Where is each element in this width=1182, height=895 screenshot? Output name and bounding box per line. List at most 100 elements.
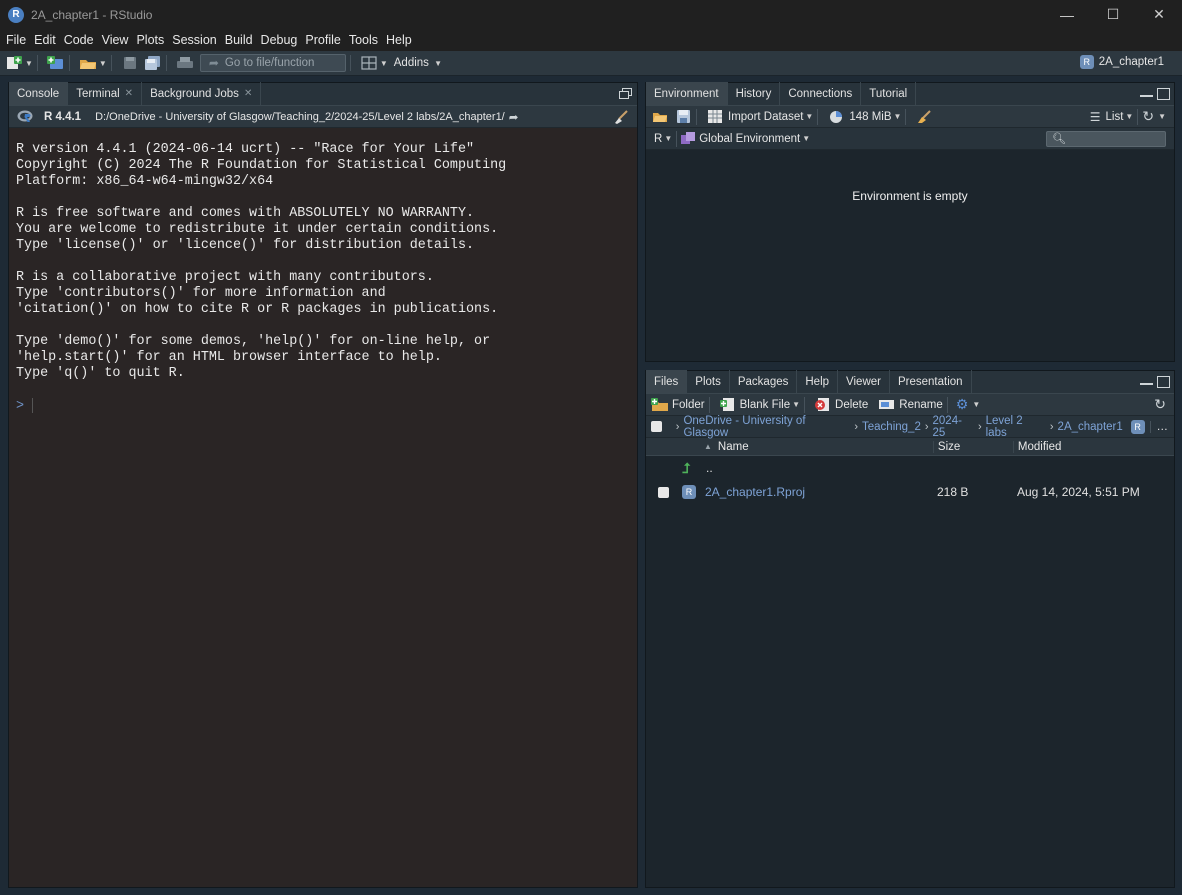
new-file-icon[interactable]	[5, 55, 23, 71]
file-name-link[interactable]: 2A_chapter1.Rproj	[705, 485, 937, 499]
parent-directory-link[interactable]: ..	[706, 461, 713, 475]
refresh-environment-icon[interactable]: ↻	[1142, 108, 1154, 125]
toolbar-divider	[36, 55, 38, 71]
console-input-line[interactable]: >	[9, 398, 637, 414]
tab-packages-label: Packages	[737, 375, 789, 388]
memory-dropdown-icon[interactable]: ▼	[894, 112, 902, 121]
title-bar: R 2A_chapter1 - RStudio — ☐ ✕	[0, 0, 1182, 29]
import-dataset-dropdown-icon[interactable]: ▼	[805, 112, 813, 121]
blank-file-dropdown-icon[interactable]: ▼	[792, 400, 800, 409]
tab-viewer[interactable]: Viewer	[838, 370, 890, 393]
new-folder-button[interactable]: Folder	[672, 399, 705, 411]
workspace-panes-icon[interactable]	[360, 55, 378, 71]
column-modified-header[interactable]: Modified	[1012, 440, 1174, 453]
save-workspace-icon[interactable]	[674, 109, 692, 125]
breadcrumb-more-button[interactable]: …	[1149, 420, 1168, 433]
more-settings-dropdown-icon[interactable]: ▼	[972, 400, 980, 409]
view-mode-menu[interactable]: ☰ List ▼	[1090, 110, 1134, 124]
open-file-icon[interactable]	[79, 55, 97, 71]
tab-plots[interactable]: Plots	[687, 370, 730, 393]
breadcrumb-year[interactable]: 2024-25	[933, 415, 974, 439]
more-settings-gear-icon[interactable]: ⚙	[956, 396, 969, 413]
memory-usage-label[interactable]: 148 MiB	[849, 111, 891, 123]
menu-plots[interactable]: Plots	[132, 33, 168, 47]
working-directory-path[interactable]: D:/OneDrive - University of Glasgow/Teac…	[95, 111, 505, 123]
menu-code[interactable]: Code	[60, 33, 98, 47]
clear-console-icon[interactable]	[613, 109, 629, 124]
tab-files[interactable]: Files	[646, 370, 688, 393]
maximize-button[interactable]: ☐	[1090, 0, 1136, 29]
column-size-header[interactable]: Size	[932, 440, 1013, 453]
tab-environment[interactable]: Environment	[646, 82, 728, 105]
close-terminal-icon[interactable]: ✕	[125, 88, 133, 99]
load-workspace-icon[interactable]	[651, 109, 669, 125]
environment-search-input[interactable]: 🔍︎	[1046, 130, 1166, 147]
environment-scope-bar: R ▼ Global Environment ▼ 🔍︎	[646, 128, 1174, 150]
tab-tutorial[interactable]: Tutorial	[861, 82, 917, 105]
tab-terminal[interactable]: Terminal ✕	[68, 82, 143, 105]
project-label: 2A_chapter1	[1098, 56, 1164, 68]
view-mode-label: List	[1105, 110, 1124, 123]
minimize-pane-icon[interactable]	[1140, 88, 1153, 97]
tab-presentation[interactable]: Presentation	[890, 370, 972, 393]
maximize-pane-icon[interactable]	[1157, 376, 1170, 388]
menu-help[interactable]: Help	[382, 33, 416, 47]
tab-packages[interactable]: Packages	[730, 370, 798, 393]
new-file-dropdown-icon[interactable]: ▼	[25, 59, 33, 68]
menu-session[interactable]: Session	[168, 33, 220, 47]
close-button[interactable]: ✕	[1136, 0, 1182, 29]
language-dropdown-icon[interactable]: ▼	[664, 134, 672, 143]
environment-tabbar: Environment History Connections Tutorial	[646, 82, 1174, 106]
breadcrumb-level2[interactable]: Level 2 labs	[986, 415, 1046, 439]
import-dataset-icon[interactable]	[706, 109, 724, 125]
save-all-icon[interactable]	[144, 55, 162, 71]
rename-button[interactable]: Rename	[899, 399, 942, 411]
delete-button[interactable]: Delete	[835, 399, 868, 411]
blank-file-button[interactable]: Blank File	[740, 399, 791, 411]
new-project-icon[interactable]	[46, 55, 65, 71]
menu-build[interactable]: Build	[221, 33, 257, 47]
print-icon[interactable]	[176, 55, 194, 71]
open-file-dropdown-icon[interactable]: ▼	[99, 59, 107, 68]
tab-environment-label: Environment	[654, 87, 719, 100]
column-name-header[interactable]: Name	[718, 441, 933, 453]
breadcrumb-onedrive[interactable]: OneDrive - University of Glasgow	[683, 415, 850, 439]
file-checkbox[interactable]	[658, 486, 669, 498]
close-background-jobs-icon[interactable]: ✕	[244, 88, 252, 99]
scope-dropdown-icon[interactable]: ▼	[802, 134, 810, 143]
tab-connections[interactable]: Connections	[780, 82, 862, 105]
file-row[interactable]: R 2A_chapter1.Rproj 218 B Aug 14, 2024, …	[646, 480, 1174, 504]
menu-edit[interactable]: Edit	[30, 33, 60, 47]
tab-help[interactable]: Help	[797, 370, 839, 393]
tab-history[interactable]: History	[728, 82, 781, 105]
scope-selector[interactable]: Global Environment	[699, 133, 800, 145]
breadcrumb-chapter[interactable]: 2A_chapter1	[1058, 421, 1123, 433]
select-all-checkbox[interactable]	[651, 421, 662, 432]
breadcrumb-teaching[interactable]: Teaching_2	[862, 421, 921, 433]
minimize-button[interactable]: —	[1044, 0, 1090, 29]
tab-console[interactable]: Console	[9, 82, 69, 105]
language-selector[interactable]: R	[654, 133, 662, 145]
rproj-icon: R	[1079, 55, 1094, 69]
restore-pane-icon[interactable]	[619, 88, 633, 100]
maximize-pane-icon[interactable]	[1157, 88, 1170, 100]
menu-tools[interactable]: Tools	[345, 33, 382, 47]
menu-debug[interactable]: Debug	[257, 33, 302, 47]
go-to-directory-icon[interactable]: ➦	[509, 110, 519, 124]
parent-directory-row[interactable]: ⮥ ..	[646, 456, 1174, 480]
menu-view[interactable]: View	[98, 33, 133, 47]
save-icon[interactable]	[121, 55, 139, 71]
project-menu[interactable]: R 2A_chapter1	[1079, 55, 1164, 69]
refresh-dropdown-icon[interactable]: ▼	[1158, 112, 1166, 121]
refresh-files-icon[interactable]: ↻	[1154, 396, 1166, 413]
clear-environment-broom-icon[interactable]	[915, 109, 933, 125]
tab-background-jobs[interactable]: Background Jobs ✕	[142, 82, 262, 105]
menu-profile[interactable]: Profile	[301, 33, 344, 47]
menu-file[interactable]: File	[2, 33, 30, 47]
workspace-panes-dropdown-icon[interactable]: ▼	[380, 59, 388, 68]
import-dataset-button[interactable]: Import Dataset	[728, 111, 803, 123]
minimize-pane-icon[interactable]	[1140, 376, 1153, 385]
go-to-project-dir-icon[interactable]: R	[1130, 419, 1145, 434]
addins-menu[interactable]: Addins ▼	[394, 57, 442, 69]
goto-file-function-input[interactable]: ➦ Go to file/function	[199, 54, 346, 72]
